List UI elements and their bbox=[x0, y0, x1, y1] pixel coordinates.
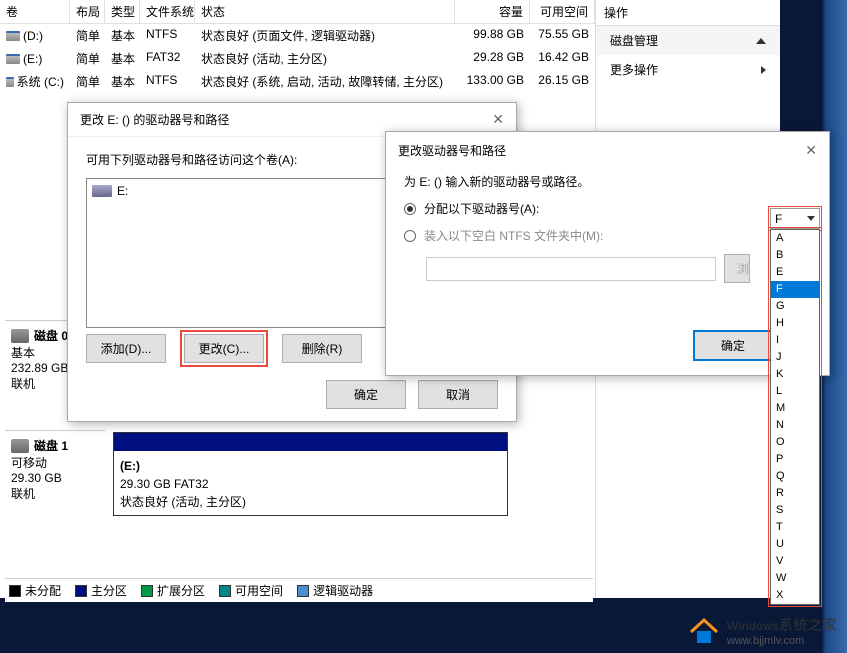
disk-icon bbox=[11, 329, 29, 343]
dropdown-option[interactable]: S bbox=[771, 502, 819, 519]
disk-icon bbox=[11, 439, 29, 453]
table-row[interactable]: (D:) 简单基本 NTFS状态良好 (页面文件, 逻辑驱动器) 99.88 G… bbox=[0, 24, 595, 47]
ok-button[interactable]: 确定 bbox=[326, 380, 406, 409]
collapse-icon bbox=[756, 38, 766, 44]
legend-unallocated-icon bbox=[9, 585, 21, 597]
assign-drive-letter-dialog: 更改驱动器号和路径 ✕ 为 E: () 输入新的驱动器号或路径。 分配以下驱动器… bbox=[385, 131, 830, 376]
actions-header: 操作 bbox=[596, 0, 780, 26]
col-capacity[interactable]: 容量 bbox=[455, 0, 530, 23]
submenu-icon bbox=[761, 66, 766, 74]
dropdown-option[interactable]: A bbox=[771, 230, 819, 247]
col-type[interactable]: 类型 bbox=[105, 0, 140, 23]
browse-button: 浏 bbox=[724, 254, 750, 283]
dropdown-option[interactable]: R bbox=[771, 485, 819, 502]
add-button[interactable]: 添加(D)... bbox=[86, 334, 166, 363]
dropdown-option[interactable]: H bbox=[771, 315, 819, 332]
close-icon[interactable]: ✕ bbox=[492, 111, 504, 128]
drive-icon bbox=[6, 77, 14, 87]
dropdown-option[interactable]: B bbox=[771, 247, 819, 264]
dropdown-option[interactable]: O bbox=[771, 434, 819, 451]
legend-primary-icon bbox=[75, 585, 87, 597]
change-button[interactable]: 更改(C)... bbox=[184, 334, 264, 363]
dropdown-option[interactable]: E bbox=[771, 264, 819, 281]
drive-icon bbox=[6, 54, 20, 64]
dialog2-title: 更改驱动器号和路径 bbox=[398, 142, 506, 159]
table-row[interactable]: 系统 (C:) 简单基本 NTFS状态良好 (系统, 启动, 活动, 故障转储,… bbox=[0, 70, 595, 93]
drive-letter-dropdown[interactable]: ABEFGHIJKLMNOPQRSTUVWX bbox=[770, 229, 820, 605]
drive-icon bbox=[6, 31, 20, 41]
legend-logical-icon bbox=[297, 585, 309, 597]
watermark: Windows系统之家 www.bjjmlv.com bbox=[687, 614, 837, 648]
disk-1-info: 磁盘 1 可移动 29.30 GB 联机 bbox=[5, 430, 105, 508]
chevron-down-icon bbox=[807, 216, 815, 221]
house-icon bbox=[687, 614, 721, 648]
dropdown-option[interactable]: M bbox=[771, 400, 819, 417]
dropdown-option[interactable]: K bbox=[771, 366, 819, 383]
legend-extended-icon bbox=[141, 585, 153, 597]
table-row[interactable]: (E:) 简单基本 FAT32状态良好 (活动, 主分区) 29.28 GB16… bbox=[0, 47, 595, 70]
dropdown-option[interactable]: U bbox=[771, 536, 819, 553]
dropdown-option[interactable]: W bbox=[771, 570, 819, 587]
dialog2-prompt: 为 E: () 输入新的驱动器号或路径。 bbox=[404, 173, 811, 190]
dropdown-option[interactable]: F bbox=[771, 281, 819, 298]
legend: 未分配 主分区 扩展分区 可用空间 逻辑驱动器 bbox=[5, 578, 593, 602]
col-volume[interactable]: 卷 bbox=[0, 0, 70, 23]
dropdown-option[interactable]: I bbox=[771, 332, 819, 349]
dropdown-option[interactable]: L bbox=[771, 383, 819, 400]
disk-1-partition-e[interactable]: (E:) 29.30 GB FAT32 状态良好 (活动, 主分区) bbox=[113, 432, 508, 516]
drive-letter-combo[interactable]: F bbox=[770, 208, 820, 229]
volume-table-header: 卷 布局 类型 文件系统 状态 容量 可用空间 bbox=[0, 0, 595, 24]
radio-assign-letter[interactable] bbox=[404, 203, 416, 215]
actions-disk-mgmt[interactable]: 磁盘管理 bbox=[596, 26, 780, 55]
col-fs[interactable]: 文件系统 bbox=[140, 0, 195, 23]
actions-more[interactable]: 更多操作 bbox=[596, 55, 780, 84]
close-icon[interactable]: ✕ bbox=[805, 142, 817, 159]
dropdown-option[interactable]: J bbox=[771, 349, 819, 366]
radio-mount-folder[interactable] bbox=[404, 230, 416, 242]
col-layout[interactable]: 布局 bbox=[70, 0, 105, 23]
remove-button[interactable]: 删除(R) bbox=[282, 334, 362, 363]
dropdown-option[interactable]: V bbox=[771, 553, 819, 570]
dropdown-option[interactable]: Q bbox=[771, 468, 819, 485]
dropdown-option[interactable]: X bbox=[771, 587, 819, 604]
legend-free-icon bbox=[219, 585, 231, 597]
mount-path-input bbox=[426, 257, 716, 281]
cancel-button[interactable]: 取消 bbox=[418, 380, 498, 409]
dialog1-title: 更改 E: () 的驱动器号和路径 bbox=[80, 111, 229, 128]
ok-button[interactable]: 确定 bbox=[693, 330, 773, 361]
dropdown-option[interactable]: P bbox=[771, 451, 819, 468]
dropdown-option[interactable]: G bbox=[771, 298, 819, 315]
dropdown-option[interactable]: T bbox=[771, 519, 819, 536]
col-free[interactable]: 可用空间 bbox=[530, 0, 595, 23]
drive-icon bbox=[92, 185, 112, 197]
col-status[interactable]: 状态 bbox=[195, 0, 455, 23]
dropdown-option[interactable]: N bbox=[771, 417, 819, 434]
partition-header-bar bbox=[114, 433, 507, 451]
